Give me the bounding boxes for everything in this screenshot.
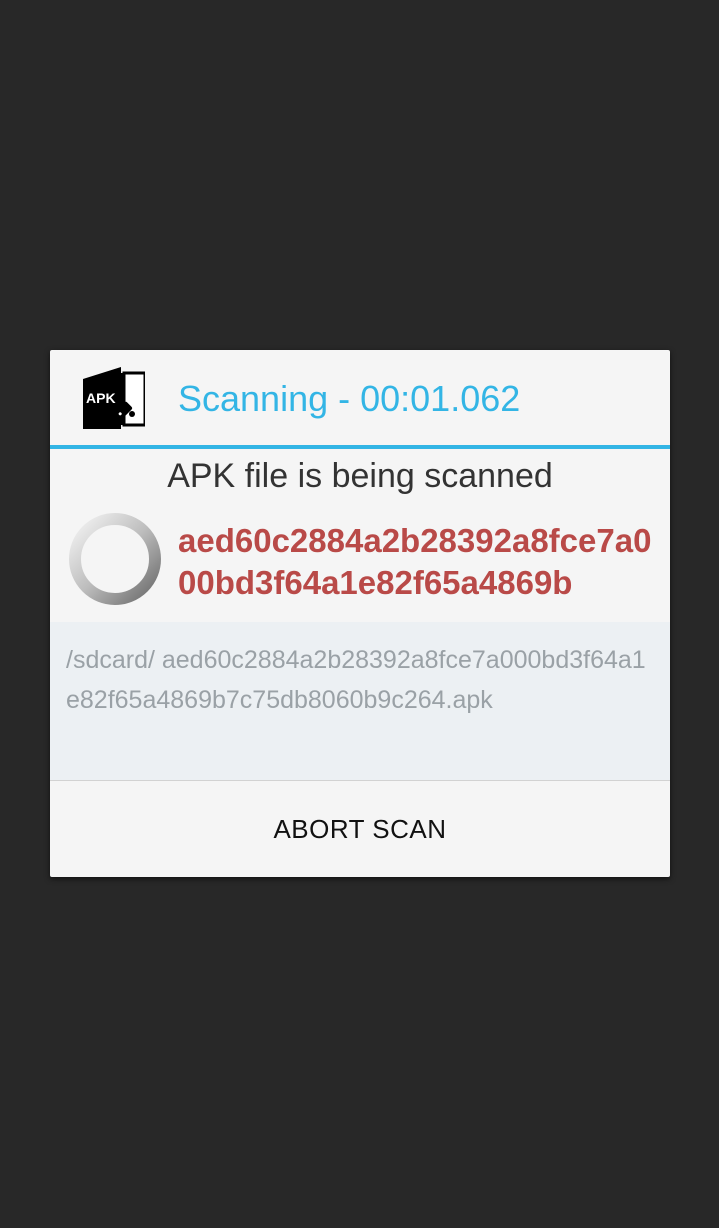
scan-message: APK file is being scanned: [167, 457, 553, 495]
screen: APK Scanning - 00:01.062 APK file is bei…: [0, 0, 719, 1228]
apk-icon: APK: [83, 367, 145, 429]
apk-icon-text: APK: [86, 390, 116, 406]
header-divider: [50, 445, 670, 449]
scan-dialog: APK Scanning - 00:01.062 APK file is bei…: [50, 350, 670, 877]
dialog-title: Scanning - 00:01.062: [178, 378, 521, 419]
file-path-box: /sdcard/ aed60c2884a2b28392a8fce7a000bd3…: [50, 622, 670, 780]
file-hash: aed60c2884a2b28392a8fce7a000bd3f64a1e82f…: [178, 522, 652, 601]
abort-scan-button[interactable]: ABORT SCAN: [50, 781, 670, 877]
dialog-header: APK Scanning - 00:01.062: [50, 350, 670, 446]
file-path: /sdcard/ aed60c2884a2b28392a8fce7a000bd3…: [66, 646, 646, 714]
loading-spinner-icon: [69, 513, 161, 605]
